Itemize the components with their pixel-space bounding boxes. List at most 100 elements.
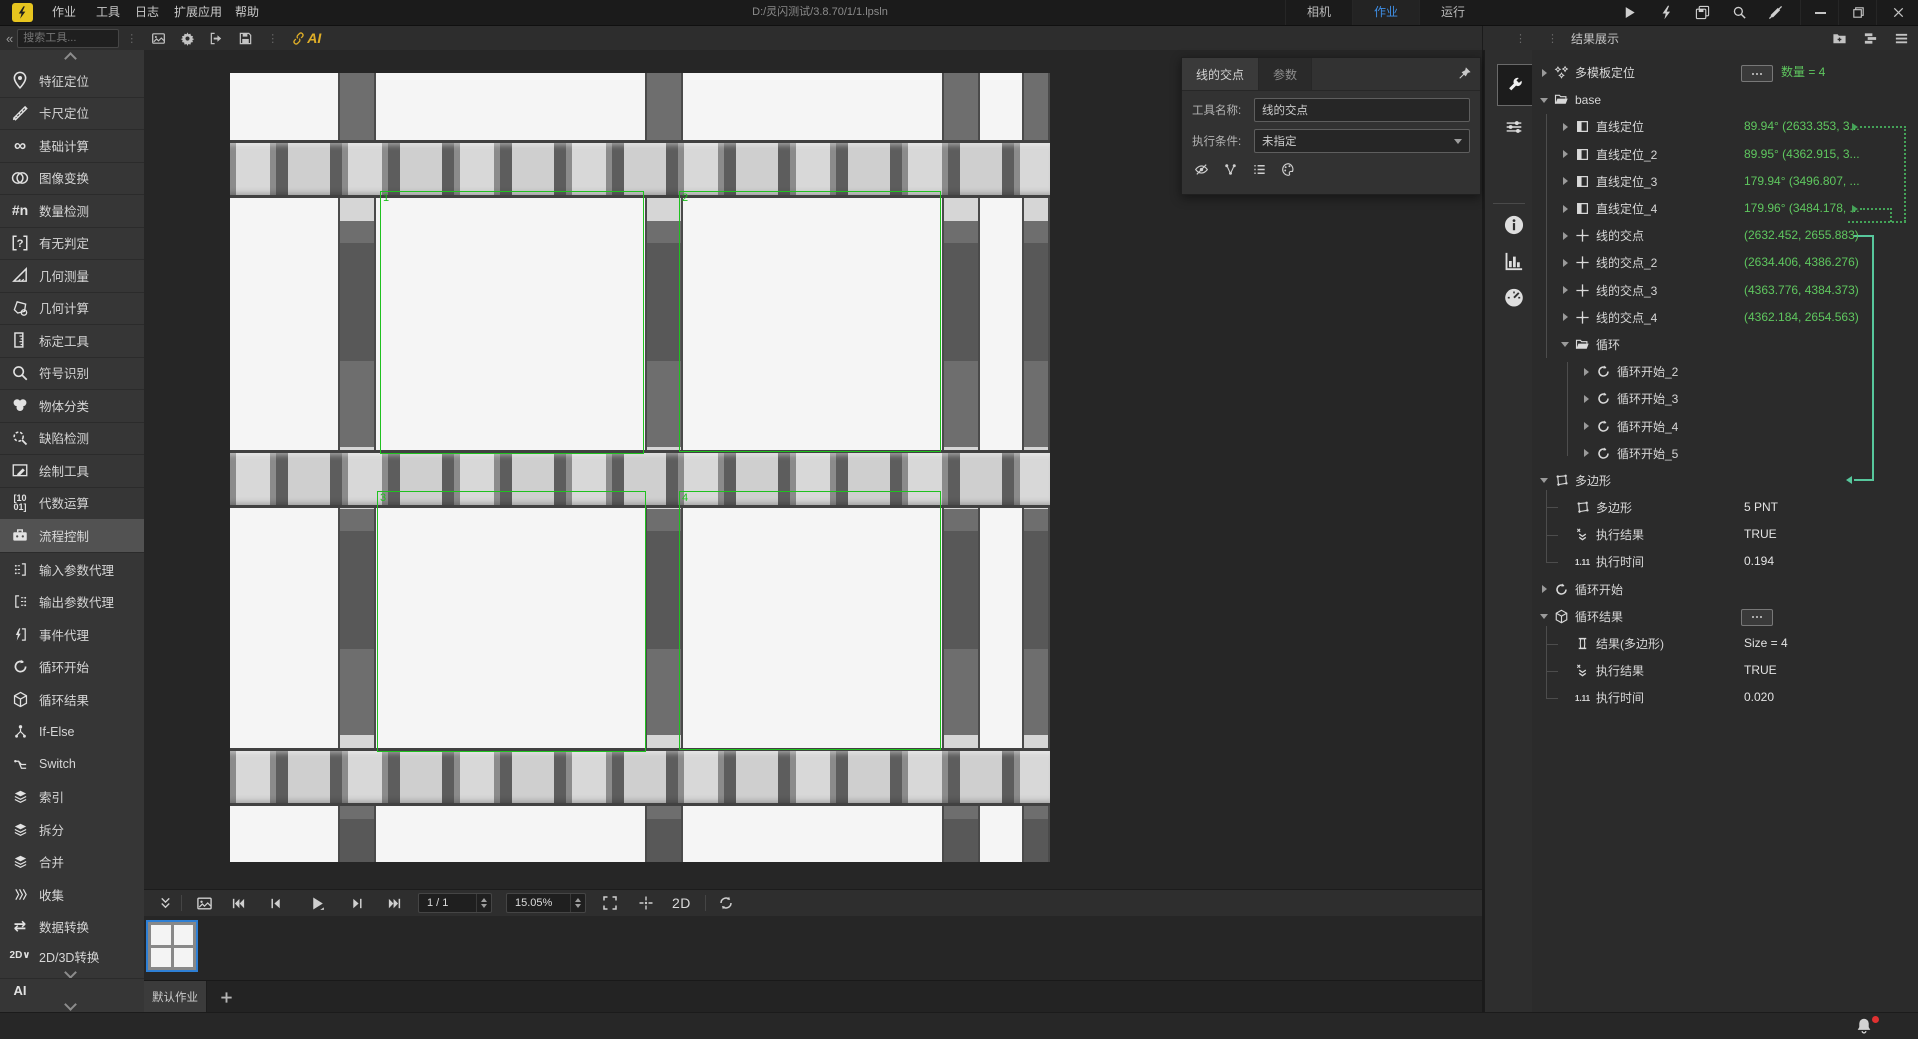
sidebar-item-feature-locate[interactable]: 特征定位 <box>0 64 144 98</box>
center-view-icon[interactable] <box>638 895 654 911</box>
sidebar-item-2d3d-convert[interactable]: 2D∨2D/3D转换 <box>0 943 144 969</box>
scroll-down-icon[interactable] <box>64 999 80 1007</box>
sidebar-item-algebra[interactable]: [1001]代数运算 <box>0 487 144 521</box>
export-icon[interactable] <box>209 31 224 46</box>
wrench-icon[interactable] <box>1497 64 1533 106</box>
settings-gear-icon[interactable] <box>180 31 195 46</box>
sidebar-item-output-param-proxy[interactable]: 输出参数代理 <box>0 586 144 619</box>
scroll-down-icon[interactable] <box>64 967 80 975</box>
sidebar-item-switch[interactable]: Switch <box>0 748 144 781</box>
sidebar-item-event-proxy[interactable]: 事件代理 <box>0 618 144 651</box>
roi-region-1[interactable]: 1 <box>380 191 644 454</box>
sidebar-item-defect-detect[interactable]: 缺陷检测 <box>0 422 144 456</box>
sidebar-item-data-convert[interactable]: ⇄数据转换 <box>0 911 144 944</box>
restore-button[interactable] <box>1838 0 1877 25</box>
palette-icon[interactable] <box>1281 162 1296 177</box>
tree-row-loop-result[interactable]: 循环结果 <box>1532 603 1918 630</box>
save-icon[interactable] <box>238 31 253 46</box>
tree-row-intersection[interactable]: 线的交点_3(4363.776, 4384.373) <box>1532 277 1918 304</box>
sidebar-item-object-classify[interactable]: 物体分类 <box>0 389 144 423</box>
edit-disabled-icon[interactable] <box>1762 4 1788 21</box>
quick-run-icon[interactable] <box>1653 4 1679 21</box>
more-button[interactable] <box>1741 65 1773 82</box>
sidebar-item-index[interactable]: 索引 <box>0 781 144 814</box>
collapse-sidebar-icon[interactable]: « <box>6 31 13 46</box>
expand-icon[interactable] <box>1561 122 1571 132</box>
tree-row-result-polygon[interactable]: 结果(多边形)Size = 4 <box>1532 630 1918 657</box>
gauge-icon[interactable] <box>1499 282 1529 312</box>
expand-icon[interactable] <box>1582 448 1592 458</box>
last-frame-button[interactable] <box>387 896 402 911</box>
tree-row-exec-time[interactable]: 1.11执行时间0.020 <box>1532 684 1918 711</box>
roi-region-3[interactable]: 3 <box>377 491 646 752</box>
drag-handle-icon[interactable]: ⋮ <box>1515 32 1526 45</box>
fit-view-icon[interactable] <box>602 895 618 911</box>
tree-row-line-locate[interactable]: 直线定位_4179.96° (3484.178, ... <box>1532 195 1918 222</box>
menu-help[interactable]: 帮助 <box>225 0 269 25</box>
ai-assistant-button[interactable]: AI <box>291 30 321 46</box>
search-input[interactable] <box>17 29 119 48</box>
sidebar-item-if-else[interactable]: If-Else <box>0 716 144 749</box>
close-button[interactable] <box>1876 0 1918 25</box>
sidebar-item-basic-calc[interactable]: ∞基础计算 <box>0 129 144 163</box>
tree-row-loop-start[interactable]: 循环开始_2 <box>1532 358 1918 385</box>
sidebar-item-count-detect[interactable]: #n数量检测 <box>0 194 144 228</box>
tree-row-polygon-result[interactable]: 多边形5 PNT <box>1532 494 1918 521</box>
collapse-icon[interactable] <box>1561 339 1571 349</box>
tree-row-multi-template[interactable]: 多模板定位数量 = 4 <box>1532 59 1918 86</box>
expand-icon[interactable] <box>1561 312 1571 322</box>
tree-row-loop-start[interactable]: 循环开始_3 <box>1532 385 1918 412</box>
tree-row-line-locate[interactable]: 直线定位89.94° (2633.353, 3... <box>1532 113 1918 140</box>
histogram-icon[interactable] <box>1499 246 1529 276</box>
expand-icon[interactable] <box>1561 258 1571 268</box>
sidebar-item-symbol-recognize[interactable]: 符号识别 <box>0 357 144 391</box>
more-button[interactable] <box>1741 609 1773 626</box>
tree-view-icon[interactable] <box>1863 31 1878 46</box>
sidebar-item-loop-result[interactable]: 循环结果 <box>0 683 144 716</box>
auto-refresh-icon[interactable] <box>718 895 734 911</box>
sidebar-item-draw-tools[interactable]: 绘制工具 <box>0 454 144 488</box>
expand-icon[interactable] <box>1582 367 1592 377</box>
roi-region-4[interactable]: 4 <box>679 491 941 750</box>
first-frame-button[interactable] <box>231 896 246 911</box>
tree-row-line-locate[interactable]: 直线定位_3179.94° (3496.807, ... <box>1532 168 1918 195</box>
previous-frame-button[interactable] <box>268 896 283 911</box>
tool-name-input[interactable]: 线的交点 <box>1254 98 1470 122</box>
sidebar-item-input-param-proxy[interactable]: 输入参数代理 <box>0 553 144 586</box>
minimize-button[interactable] <box>1800 0 1839 25</box>
notification-bell-icon[interactable] <box>1855 1017 1877 1037</box>
spinner-carets[interactable] <box>476 894 491 912</box>
drag-handle-icon[interactable]: ⋮ <box>1547 32 1558 45</box>
mode-tab-run[interactable]: 运行 <box>1419 0 1486 25</box>
sidebar-item-merge[interactable]: 合并 <box>0 846 144 879</box>
sidebar-item-image-transform[interactable]: 图像变换 <box>0 162 144 196</box>
sidebar-item-presence-check[interactable]: 有无判定 <box>0 227 144 261</box>
scroll-up-icon[interactable] <box>64 53 80 61</box>
image-list-icon[interactable] <box>196 895 213 912</box>
sidebar-item-ai-partial[interactable]: AI <box>0 981 144 999</box>
tree-row-exec-time[interactable]: 1.11执行时间0.194 <box>1532 548 1918 575</box>
frame-thumbnail[interactable] <box>146 920 198 972</box>
link-nodes-icon[interactable] <box>1223 162 1238 177</box>
tree-row-exec-result[interactable]: 执行结果TRUE <box>1532 521 1918 548</box>
tree-row-loop-start[interactable]: 循环开始_4 <box>1532 412 1918 439</box>
mode-tab-camera[interactable]: 相机 <box>1285 0 1352 25</box>
collapse-icon[interactable] <box>1540 611 1550 621</box>
expand-icon[interactable] <box>1561 149 1571 159</box>
tab-default-job[interactable]: 默认作业 <box>144 981 207 1013</box>
menu-job[interactable]: 作业 <box>42 0 86 25</box>
play-button[interactable] <box>309 895 326 912</box>
sidebar-item-flow-control[interactable]: 流程控制 <box>0 519 144 553</box>
sidebar-item-calibration[interactable]: 标定工具 <box>0 324 144 358</box>
mode-tab-job[interactable]: 作业 <box>1352 0 1420 25</box>
sliders-icon[interactable] <box>1499 112 1529 142</box>
sidebar-item-geometry-measure[interactable]: 几何测量 <box>0 259 144 293</box>
tree-row-loop-start[interactable]: 循环开始 <box>1532 576 1918 603</box>
run-icon[interactable] <box>1616 4 1642 21</box>
zoom-spinner[interactable]: 15.05% <box>506 893 586 913</box>
search-icon[interactable] <box>1726 4 1752 21</box>
hide-graphics-icon[interactable] <box>1194 162 1209 177</box>
roi-region-2[interactable]: 2 <box>679 191 941 452</box>
2d-view-toggle[interactable]: 2D <box>672 895 691 911</box>
tree-row-intersection[interactable]: 线的交点_4(4362.184, 2654.563) <box>1532 304 1918 331</box>
